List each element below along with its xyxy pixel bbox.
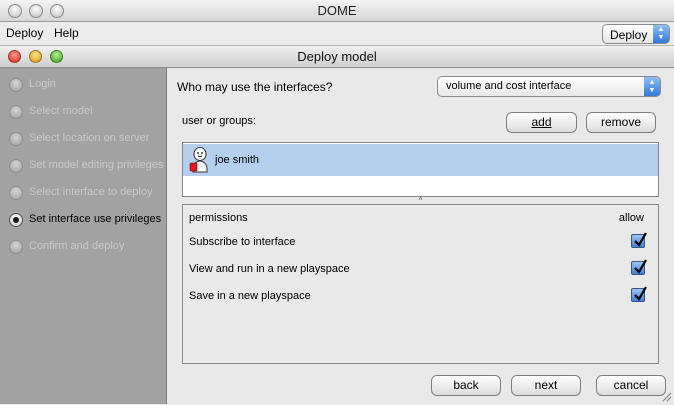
step-editing-privileges: Set model editing privileges [9, 158, 167, 174]
updown-arrows-icon: ▲ ▼ [653, 25, 669, 43]
wizard-steps-sidebar: Login Select model Select location on se… [0, 68, 167, 404]
step-radio [9, 240, 23, 254]
step-login: Login [9, 77, 167, 93]
step-radio-selected [9, 213, 23, 227]
allow-header: allow [618, 212, 644, 224]
menu-deploy[interactable]: Deploy [6, 26, 43, 40]
cancel-button[interactable]: cancel [596, 375, 666, 396]
step-label: Confirm and deploy [29, 240, 125, 252]
step-radio [9, 159, 23, 173]
allow-checkbox[interactable] [631, 286, 647, 302]
permission-label: Subscribe to interface [189, 236, 296, 248]
resize-grip-icon[interactable] [660, 390, 672, 402]
permission-label: View and run in a new playspace [189, 263, 350, 275]
users-list: joe smith [182, 142, 659, 197]
dialog-title: Deploy model [297, 49, 377, 64]
step-label: Login [29, 78, 56, 90]
app-title: DOME [317, 3, 357, 18]
next-button[interactable]: next [511, 375, 581, 396]
back-button[interactable]: back [431, 375, 501, 396]
permissions-panel: permissions allow Subscribe to interface… [182, 204, 659, 364]
updown-arrows-icon: ▲ ▼ [644, 77, 660, 96]
dialog-title-bar: Deploy model [0, 46, 674, 68]
step-select-model: Select model [9, 104, 167, 120]
menu-help[interactable]: Help [54, 26, 79, 40]
step-label: Set interface use privileges [29, 213, 162, 225]
step-label: Select interface to deploy [29, 186, 153, 198]
mode-select[interactable]: Deploy ▲ ▼ [602, 24, 670, 44]
permission-row: Save in a new playspace [189, 286, 655, 305]
step-radio [9, 186, 23, 200]
question-label: Who may use the interfaces? [177, 80, 333, 94]
add-button[interactable]: add [506, 112, 577, 133]
step-radio [9, 132, 23, 146]
step-select-interface: Select interface to deploy [9, 185, 167, 201]
allow-checkbox[interactable] [631, 259, 647, 275]
step-radio [9, 105, 23, 119]
step-radio [9, 78, 23, 92]
step-select-location: Select location on server [9, 131, 167, 147]
step-confirm-deploy: Confirm and deploy [9, 239, 167, 255]
step-label: Select model [29, 105, 93, 117]
step-label: Select location on server [29, 132, 150, 144]
split-pane-handle[interactable]: ^ [182, 197, 659, 205]
step-label: Set model editing privileges [29, 159, 164, 171]
permission-label: Save in a new playspace [189, 290, 311, 302]
permission-row: Subscribe to interface [189, 232, 655, 251]
allow-checkbox[interactable] [631, 232, 647, 248]
user-avatar-icon [187, 146, 211, 174]
permission-row: View and run in a new playspace [189, 259, 655, 278]
permissions-header: permissions [189, 212, 248, 224]
user-name: joe smith [215, 154, 260, 166]
remove-button[interactable]: remove [586, 112, 656, 133]
menu-bar: Deploy Help Deploy ▲ ▼ [0, 22, 674, 46]
interface-select-value: volume and cost interface [446, 80, 572, 92]
interface-select[interactable]: volume and cost interface ▲ ▼ [437, 76, 661, 97]
app-title-bar: DOME [0, 0, 674, 22]
user-row[interactable]: joe smith [183, 144, 658, 176]
step-use-privileges: Set interface use privileges [9, 212, 167, 228]
users-label: user or groups: [182, 115, 256, 127]
mode-select-value: Deploy [610, 28, 648, 42]
